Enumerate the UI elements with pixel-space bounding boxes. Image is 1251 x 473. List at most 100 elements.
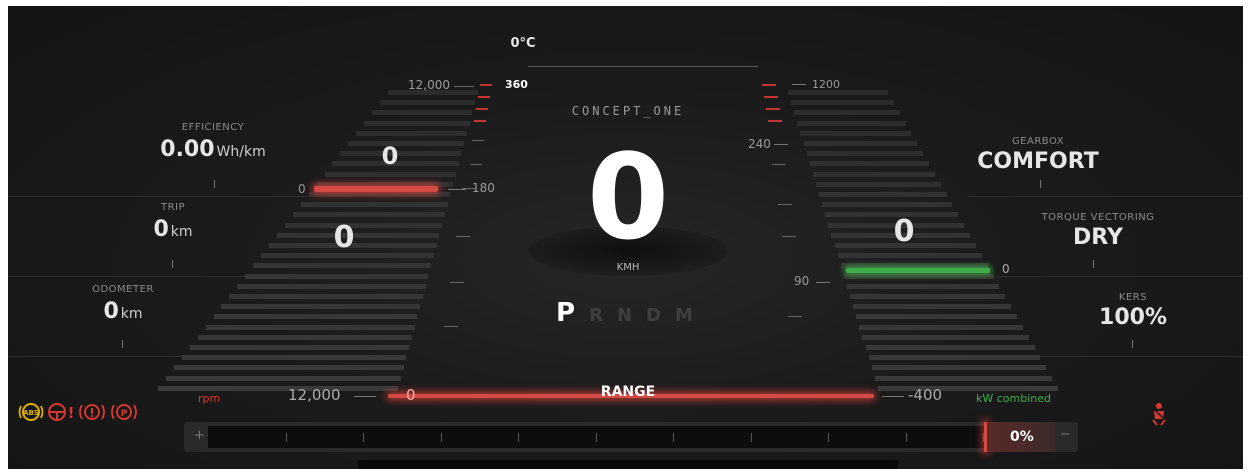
left-gauge-stripe xyxy=(221,304,421,310)
left-gauge-stripe xyxy=(276,232,440,238)
center-left-scale xyxy=(444,76,508,396)
svg-text:!: ! xyxy=(68,404,75,422)
left-gauge-stripe xyxy=(158,385,398,391)
left-gauge-stripe xyxy=(173,365,404,371)
parking-brake-icon: P xyxy=(111,404,137,420)
right-gauge-stripe xyxy=(859,324,1023,330)
gear-r[interactable]: R xyxy=(589,305,603,326)
range-zero-label: 0 xyxy=(406,386,416,404)
center-left-mid-line xyxy=(448,189,466,190)
right-gauge-stripe xyxy=(797,120,906,126)
right-gauge-stripe xyxy=(850,294,1006,299)
left-gauge-stripe xyxy=(356,130,467,136)
right-gauge-bottom-line xyxy=(882,396,904,397)
battery-tick xyxy=(285,433,287,442)
left-gauge-stripe xyxy=(165,375,401,381)
left-gauge-stripe xyxy=(245,273,429,279)
gear-selector[interactable]: P R N D M xyxy=(556,298,693,328)
center-left-top-label: 360 xyxy=(505,78,528,91)
svg-text:P: P xyxy=(121,409,128,419)
seatbelt-icon xyxy=(1152,403,1166,426)
left-gauge-red-bar xyxy=(314,186,438,192)
battery-bar: + 0% − xyxy=(184,422,1078,452)
battery-percent: 0% xyxy=(1010,429,1034,445)
svg-text:!: ! xyxy=(89,406,94,420)
redline-mark-4 xyxy=(474,120,486,122)
left-gauge-stripe xyxy=(237,283,426,289)
redline-mark-3 xyxy=(476,108,488,110)
battery-tick xyxy=(905,433,907,442)
left-gauge-stripe xyxy=(300,202,448,208)
top-divider-line xyxy=(528,66,758,67)
speed-value: 0 xyxy=(586,128,670,266)
steering-warning-icon: ! xyxy=(48,403,75,422)
left-gauge-stripe xyxy=(324,171,456,177)
right-gauge-stripe xyxy=(812,171,935,177)
right-gauge-stripe xyxy=(788,90,888,95)
right-gauge-zero-label: 0 xyxy=(1002,262,1010,276)
right-gauge-stripe xyxy=(868,355,1041,361)
kw-combined-label: kW combined xyxy=(976,392,1051,405)
scale-mark xyxy=(450,282,464,283)
right-gauge-bottom-label: -400 xyxy=(908,386,943,404)
left-gauge-stripe xyxy=(380,100,476,106)
right-gauge-stripe xyxy=(791,100,894,106)
battery-tick xyxy=(518,433,519,442)
scale-mark xyxy=(472,140,484,141)
battery-tick xyxy=(750,433,752,442)
range-label: RANGE xyxy=(600,384,656,400)
left-gauge-bottom-label: 12,000 xyxy=(288,386,341,404)
left-gauge-zero-label: 0 xyxy=(298,182,306,196)
right-gauge-stripe xyxy=(878,385,1058,391)
right-gauge xyxy=(748,6,1243,406)
left-gauge-stripe xyxy=(372,110,473,116)
left-gauge-stripe xyxy=(308,192,451,197)
battery-tick xyxy=(363,433,364,442)
right-gauge-stripe xyxy=(856,314,1017,320)
right-gauge-stripe xyxy=(853,304,1012,310)
left-gauge-lower-value: 0 xyxy=(333,220,355,255)
brand-logo: CONCEPT_ONE xyxy=(571,104,685,118)
right-gauge-stripe xyxy=(794,110,900,116)
right-gauge-stripe xyxy=(865,345,1035,350)
brake-warning-icon: ! xyxy=(79,404,105,420)
svg-text:ABS: ABS xyxy=(23,409,39,417)
left-gauge xyxy=(8,6,508,406)
right-gauge-stripe xyxy=(871,365,1047,371)
speed-unit: KMH xyxy=(616,262,640,273)
left-gauge-max-label: 12,000 xyxy=(408,78,450,92)
gear-d[interactable]: D xyxy=(646,305,661,326)
left-gauge-upper-value: 0 xyxy=(381,142,399,170)
left-gauge-stripe xyxy=(340,151,462,157)
left-gauge-stripe xyxy=(213,314,418,320)
right-gauge-stripe xyxy=(800,130,912,136)
gear-m[interactable]: M xyxy=(675,305,693,326)
left-gauge-stripe xyxy=(205,324,415,330)
gear-n[interactable]: N xyxy=(617,305,632,326)
scale-mark xyxy=(456,236,470,237)
right-gauge-stripe xyxy=(806,151,924,157)
instrument-cluster: 0°C CONCEPT_ONE EFFICIENCY 0.00 Wh/km TRI… xyxy=(8,6,1243,469)
gear-p[interactable]: P xyxy=(556,298,575,328)
left-gauge-bottom-line xyxy=(354,396,376,397)
left-gauge-stripe xyxy=(229,294,423,299)
battery-tick xyxy=(828,433,829,442)
right-gauge-stripe xyxy=(843,273,994,279)
battery-plus: + xyxy=(194,428,205,443)
left-gauge-stripe xyxy=(197,334,412,340)
scale-mark xyxy=(444,326,458,327)
left-gauge-stripe xyxy=(292,212,445,218)
right-gauge-stripe xyxy=(862,334,1029,340)
battery-tick xyxy=(440,433,442,442)
center-left-mid-label: 180 xyxy=(472,181,495,195)
right-gauge-stripe xyxy=(803,141,918,146)
battery-tick xyxy=(673,433,674,442)
left-gauge-stripe xyxy=(253,263,432,269)
abs-icon: ABS xyxy=(18,403,44,421)
scale-mark xyxy=(470,164,482,165)
battery-tick xyxy=(595,433,597,442)
right-gauge-stripe xyxy=(837,253,982,259)
right-gauge-stripe xyxy=(822,202,953,208)
right-gauge-stripe xyxy=(846,283,1000,289)
left-gauge-stripe xyxy=(364,120,470,126)
